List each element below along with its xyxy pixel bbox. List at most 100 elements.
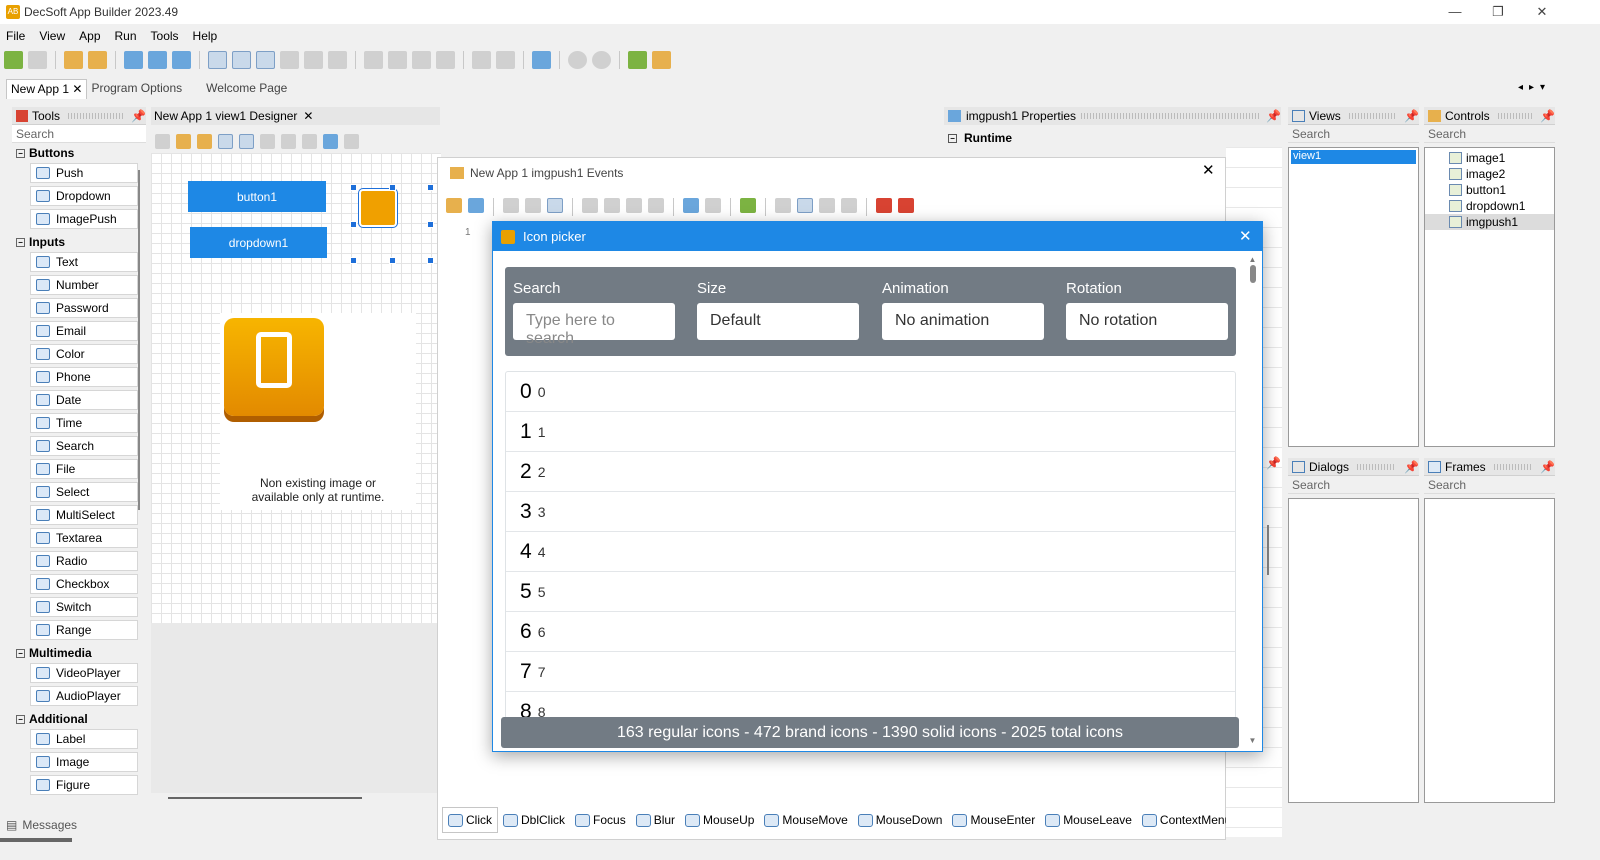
icon-row[interactable]: 11 — [506, 412, 1235, 452]
close-designer-icon[interactable]: ✕ — [303, 109, 313, 123]
scroll-down-icon[interactable]: ▼ — [1248, 736, 1257, 745]
pin-icon[interactable]: 📌 — [1266, 109, 1281, 123]
menu-app[interactable]: App — [79, 29, 100, 43]
collapse-icon[interactable]: − — [16, 237, 25, 247]
event-tab-blur[interactable]: Blur — [631, 813, 680, 827]
collapse-icon[interactable]: − — [16, 148, 25, 158]
tool-item-textarea[interactable]: Textarea — [30, 528, 138, 548]
selection-handle[interactable] — [389, 257, 396, 264]
tool-item-multiselect[interactable]: MultiSelect — [30, 505, 138, 525]
tool-item-text[interactable]: Text — [30, 252, 138, 272]
build-icon[interactable] — [628, 51, 647, 69]
pin-icon[interactable]: 📌 — [1404, 460, 1419, 474]
save-icon[interactable] — [124, 51, 143, 69]
icon-row[interactable]: 88 — [506, 692, 1235, 719]
insert-icon[interactable] — [503, 198, 519, 213]
controls-search-input[interactable]: Search — [1424, 125, 1555, 143]
pin-icon[interactable]: 📌 — [1404, 109, 1419, 123]
designer-hscrollbar[interactable] — [168, 797, 362, 799]
tool-item-radio[interactable]: Radio — [30, 551, 138, 571]
tools-search-input[interactable]: Search — [12, 125, 146, 143]
save-all-icon[interactable] — [172, 51, 191, 69]
close-events-icon[interactable]: ✕ — [1202, 161, 1215, 179]
tool-item-range[interactable]: Range — [30, 620, 138, 640]
options-icon[interactable] — [532, 51, 551, 69]
selection-handle[interactable] — [427, 184, 434, 191]
tab-new-app-1[interactable]: New App 1 ✕ — [6, 79, 88, 99]
icon-row[interactable]: 66 — [506, 612, 1235, 652]
selection-handle[interactable] — [427, 221, 434, 228]
scroll-thumb[interactable] — [1249, 265, 1256, 283]
tool-item-dropdown[interactable]: Dropdown — [30, 186, 138, 206]
save-events-icon[interactable] — [468, 198, 484, 213]
control-item-dropdown1[interactable]: dropdown1 — [1425, 198, 1554, 214]
distribute-icon[interactable] — [281, 133, 296, 149]
pdf-icon[interactable] — [898, 198, 914, 213]
html5-icon[interactable] — [876, 198, 892, 213]
menu-run[interactable]: Run — [115, 29, 137, 43]
menu-tools[interactable]: Tools — [151, 29, 179, 43]
menu-file[interactable]: File — [6, 29, 25, 43]
undo-icon[interactable] — [683, 198, 699, 213]
event-tab-mouseleave[interactable]: MouseLeave — [1040, 813, 1137, 827]
tool-item-time[interactable]: Time — [30, 413, 138, 433]
tool-item-date[interactable]: Date — [30, 390, 138, 410]
tool-item-figure[interactable]: Figure — [30, 775, 138, 795]
open-recent-icon[interactable] — [88, 51, 107, 69]
tab-scroll-arrows-icon[interactable]: ◂▸▾ — [1518, 82, 1551, 93]
event-tab-focus[interactable]: Focus — [570, 813, 631, 827]
selection-handle[interactable] — [350, 221, 357, 228]
close-tab-icon[interactable]: ✕ — [72, 82, 82, 96]
event-tab-contextmenu[interactable]: ContextMenu — [1137, 813, 1236, 827]
add-dialog-icon[interactable] — [232, 51, 251, 69]
tool-item-number[interactable]: Number — [30, 275, 138, 295]
tools-scrollbar[interactable] — [138, 170, 140, 510]
add-view-icon[interactable] — [208, 51, 227, 69]
tool-item-label[interactable]: Label — [30, 729, 138, 749]
views-search-input[interactable]: Search — [1288, 125, 1419, 143]
tool-group-header[interactable]: − Buttons — [12, 143, 146, 163]
animation-select[interactable]: No animation — [882, 303, 1044, 340]
table-icon[interactable] — [547, 198, 563, 213]
collapse-icon[interactable]: − — [948, 133, 957, 143]
event-tab-mouseup[interactable]: MouseUp — [680, 813, 759, 827]
minimize-icon[interactable]: — — [1440, 2, 1470, 22]
edit-icon[interactable] — [388, 51, 407, 69]
tab-program-options[interactable]: Program Options — [87, 79, 186, 99]
icon-row[interactable]: 00 — [506, 372, 1235, 412]
tool-item-file[interactable]: File — [30, 459, 138, 479]
menu-view[interactable]: View — [39, 29, 65, 43]
delete-view-icon[interactable] — [328, 51, 347, 69]
back-icon[interactable] — [472, 51, 491, 69]
check-icon[interactable] — [740, 198, 756, 213]
tool-item-phone[interactable]: Phone — [30, 367, 138, 387]
icon-row[interactable]: 22 — [506, 452, 1235, 492]
paste-icon[interactable] — [626, 198, 642, 213]
send-back-icon[interactable] — [260, 133, 275, 149]
frames-search-input[interactable]: Search — [1424, 476, 1555, 494]
event-tab-mouseenter[interactable]: MouseEnter — [947, 813, 1040, 827]
database-icon[interactable] — [412, 51, 431, 69]
icon-row[interactable]: 44 — [506, 532, 1235, 572]
pin-icon[interactable]: 📌 — [1540, 460, 1555, 474]
dialog-scrollbar[interactable]: ▲ ▼ — [1248, 255, 1257, 745]
add-frame-icon[interactable] — [256, 51, 275, 69]
next-icon[interactable] — [841, 198, 857, 213]
rename-view-icon[interactable] — [304, 51, 323, 69]
cut-icon[interactable] — [604, 198, 620, 213]
remove-view-icon[interactable] — [280, 51, 299, 69]
find-icon[interactable] — [364, 51, 383, 69]
icon-search-input[interactable]: Type here to search — [513, 303, 675, 347]
canvas-image-placeholder[interactable]: Non existing image or available only at … — [220, 313, 416, 510]
icon-row[interactable]: 55 — [506, 572, 1235, 612]
control-item-image2[interactable]: image2 — [1425, 166, 1554, 182]
tool-item-imagepush[interactable]: ImagePush — [30, 209, 138, 229]
close-window-icon[interactable]: ✕ — [1527, 2, 1557, 22]
event-tab-mousedown[interactable]: MouseDown — [853, 813, 948, 827]
tool-item-checkbox[interactable]: Checkbox — [30, 574, 138, 594]
pin-icon[interactable]: 📌 — [131, 109, 146, 123]
tool-item-push[interactable]: Push — [30, 163, 138, 183]
document-icon[interactable] — [436, 51, 455, 69]
grid-icon[interactable] — [496, 51, 515, 69]
canvas-imgpush1[interactable] — [359, 189, 397, 227]
